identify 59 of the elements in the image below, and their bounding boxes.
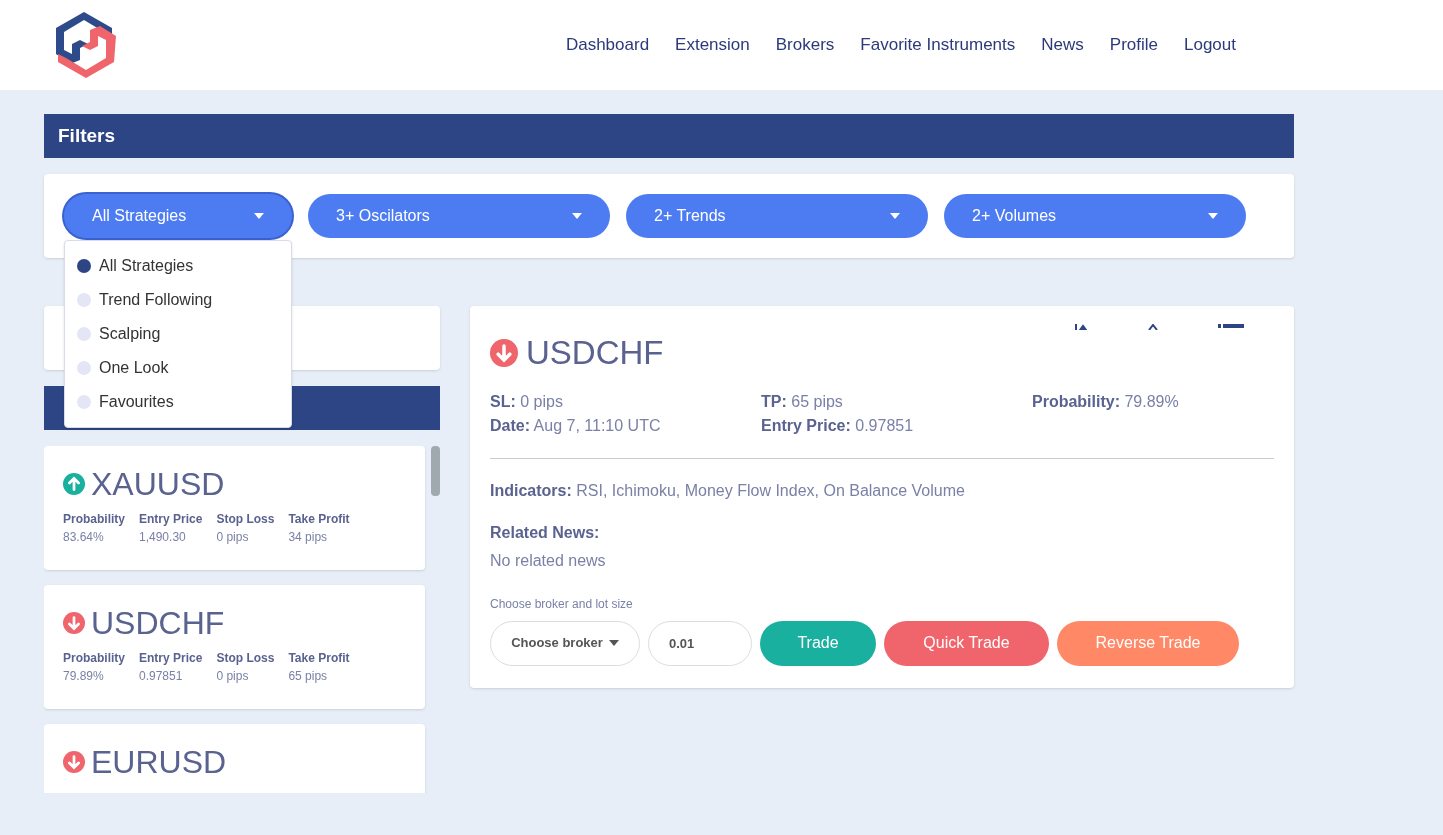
indicators-text: Indicators: RSI, Ichimoku, Money Flow Index, On Balance Volume — [490, 480, 966, 501]
lot-size-field[interactable]: 0.01 — [648, 620, 752, 666]
nav-link[interactable]: Favorite Instruments — [860, 32, 1016, 58]
stat-value: 65 pips — [288, 668, 329, 685]
caret-icon — [608, 640, 619, 646]
signal-card[interactable]: XAUUSD Probability 83.64% Entry Price 1,490.30 Stop Loss 0 pips Take Profit 34 pips — [44, 446, 425, 570]
stat-value: 0 pips — [216, 668, 250, 685]
stat-label: Entry Price — [139, 650, 203, 667]
detail-symbol: USDCHF — [526, 333, 664, 373]
trade-caption: Choose broker and lot size — [490, 595, 634, 613]
detail-field: TP: 65 pips — [761, 389, 1032, 414]
dropdown-option[interactable]: Trend Following — [65, 283, 291, 317]
signal-symbol: USDCHF — [91, 605, 225, 641]
stat-value: 1,490.30 — [139, 529, 187, 546]
detail-field: SL: 0 pips — [490, 389, 761, 414]
detail-field: Entry Price: 0.97851 — [761, 413, 1032, 438]
stat-label: Take Profit — [288, 511, 350, 528]
signal-card[interactable]: EURUSD — [44, 724, 425, 793]
stat-label: Entry Price — [139, 511, 203, 528]
filter-dropdown[interactable]: 3+ Oscilators — [308, 194, 610, 238]
stat-label: Stop Loss — [216, 650, 275, 667]
caret-icon — [1208, 213, 1218, 219]
dropdown-option[interactable]: One Look — [65, 351, 291, 385]
stat-label: Stop Loss — [216, 511, 275, 528]
filters-header: Filters — [44, 114, 1294, 158]
stat-value: 0 pips — [216, 529, 250, 546]
stat-value: 34 pips — [288, 529, 329, 546]
filter-dropdown[interactable]: 2+ Volumes — [944, 194, 1246, 238]
nav-link[interactable]: Dashboard — [565, 32, 650, 58]
stat-label: Probability — [63, 511, 125, 528]
related-news-text: No related news — [490, 550, 607, 571]
list-icon[interactable] — [1218, 324, 1244, 328]
chart-icon[interactable] — [1074, 324, 1088, 330]
nav-link[interactable]: News — [1041, 32, 1084, 58]
stat-label: Probability — [63, 650, 125, 667]
signal-card[interactable]: USDCHF Probability 79.89% Entry Price 0.97851 Stop Loss 0 pips Take Profit 65 pips — [44, 585, 425, 709]
nav-link[interactable]: Brokers — [775, 32, 835, 58]
dropdown-option[interactable]: All Strategies — [65, 249, 291, 283]
nav-link[interactable]: Extension — [675, 32, 750, 58]
dropdown-option[interactable]: Favourites — [65, 385, 291, 419]
stat-value: 83.64% — [63, 529, 105, 546]
related-news-label: Related News: — [490, 522, 601, 543]
detail-field: Probability: 79.89% — [1032, 389, 1274, 414]
stat-label: Take Profit — [288, 650, 350, 667]
signal-symbol: XAUUSD — [91, 466, 225, 502]
filter-dropdown[interactable]: All Strategies — [64, 194, 292, 238]
caret-up-icon[interactable] — [1148, 324, 1158, 330]
scrollbar-thumb[interactable] — [431, 446, 440, 496]
stat-value: 79.89% — [63, 668, 105, 685]
stat-value: 0.97851 — [139, 668, 184, 685]
caret-icon — [890, 213, 900, 219]
caret-icon — [572, 213, 582, 219]
detail-field: Date: Aug 7, 11:10 UTC — [490, 413, 761, 438]
nav-link[interactable]: Profile — [1109, 32, 1158, 58]
signal-symbol: EURUSD — [91, 744, 227, 780]
dropdown-option[interactable]: Scalping — [65, 317, 291, 351]
nav-link[interactable]: Logout — [1184, 32, 1236, 58]
caret-icon — [254, 213, 264, 219]
filter-dropdown[interactable]: 2+ Trends — [626, 194, 928, 238]
